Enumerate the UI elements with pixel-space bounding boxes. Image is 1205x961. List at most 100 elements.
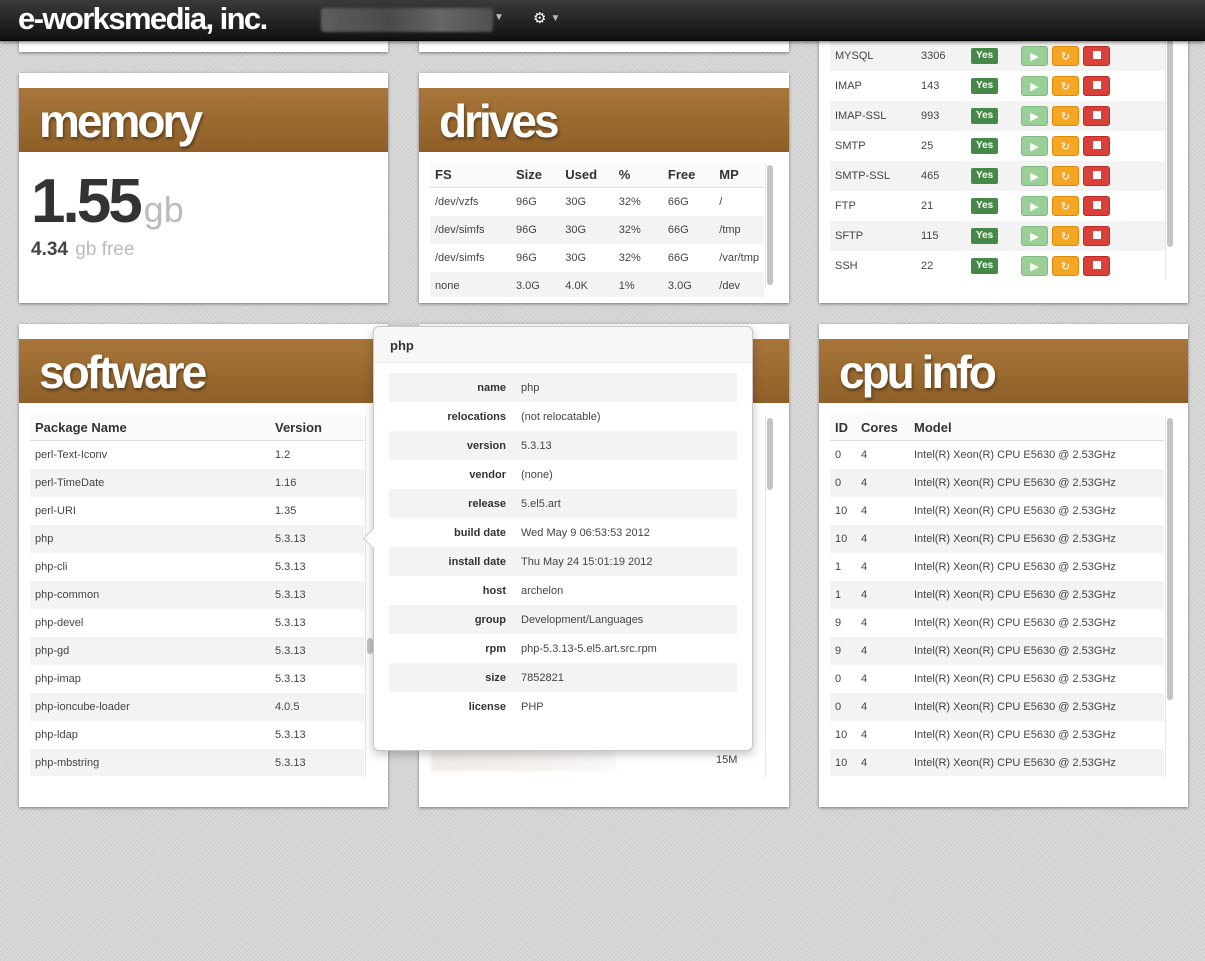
cpu-cell: 0 xyxy=(835,449,842,461)
gear-icon[interactable]: ⚙ xyxy=(533,10,546,27)
package-row[interactable]: php-ioncube-loader 4.0.5 xyxy=(30,693,364,721)
package-detail-key: build date xyxy=(454,526,506,539)
start-service-button[interactable]: ▶ xyxy=(1021,166,1048,186)
restart-service-button[interactable]: ↻ xyxy=(1052,76,1079,96)
stop-service-button[interactable] xyxy=(1083,166,1110,186)
package-detail-row: host archelon xyxy=(389,576,737,605)
drives-column-header[interactable]: % xyxy=(613,161,663,188)
cpu-row[interactable]: 0 4 Intel(R) Xeon(R) CPU E5630 @ 2.53GHz xyxy=(830,693,1164,721)
cpu-row[interactable]: 10 4 Intel(R) Xeon(R) CPU E5630 @ 2.53GHz xyxy=(830,497,1164,525)
cpu-row[interactable]: 10 4 Intel(R) Xeon(R) CPU E5630 @ 2.53GHz xyxy=(830,721,1164,749)
stop-service-button[interactable] xyxy=(1083,106,1110,126)
cpu-scroll-thumb[interactable] xyxy=(1167,418,1173,700)
drives-scrollbar[interactable] xyxy=(765,163,774,289)
restart-service-button[interactable]: ↻ xyxy=(1052,256,1079,276)
software-cell: perl-TimeDate xyxy=(30,469,270,497)
restart-service-button[interactable]: ↻ xyxy=(1052,196,1079,216)
cpu-row[interactable]: 9 4 Intel(R) Xeon(R) CPU E5630 @ 2.53GHz xyxy=(830,609,1164,637)
drives-column-header[interactable]: Free xyxy=(662,161,715,188)
software-table-wrap: Package Name Version perl-Text-Iconv 1.2 pe… xyxy=(30,414,364,776)
cpu-cell: Intel(R) Xeon(R) CPU E5630 @ 2.53GHz xyxy=(914,561,1116,573)
cpu-row[interactable]: 1 4 Intel(R) Xeon(R) CPU E5630 @ 2.53GHz xyxy=(830,581,1164,609)
start-service-button[interactable]: ▶ xyxy=(1021,226,1048,246)
stop-service-button[interactable] xyxy=(1083,136,1110,156)
cpu-row[interactable]: 10 4 Intel(R) Xeon(R) CPU E5630 @ 2.53GHz xyxy=(830,749,1164,776)
cpu-row[interactable]: 0 4 Intel(R) Xeon(R) CPU E5630 @ 2.53GHz xyxy=(830,441,1164,470)
cpu-cell: 4 xyxy=(856,525,909,553)
cpu-row[interactable]: 9 4 Intel(R) Xeon(R) CPU E5630 @ 2.53GHz xyxy=(830,637,1164,665)
cpu-row[interactable]: 1 4 Intel(R) Xeon(R) CPU E5630 @ 2.53GHz xyxy=(830,553,1164,581)
cpu-column-header[interactable]: ID xyxy=(830,414,856,441)
cpu-column-header[interactable]: Model xyxy=(909,414,1164,441)
stop-service-button[interactable] xyxy=(1083,226,1110,246)
drive-row[interactable]: /dev/simfs 96G 30G 32% 66G/var/tmp xyxy=(430,244,764,272)
chevron-down-icon[interactable]: ▼ xyxy=(494,12,504,23)
services-scrollbar[interactable] xyxy=(1165,25,1174,279)
package-row[interactable]: php-mbstring 5.3.13 xyxy=(30,749,364,776)
refresh-icon: ↻ xyxy=(1060,231,1071,243)
restart-service-button[interactable]: ↻ xyxy=(1052,106,1079,126)
software-cell: 5.3.13 xyxy=(270,749,364,776)
drives-scroll-thumb[interactable] xyxy=(767,165,773,285)
drive-row[interactable]: /dev/vzfs 96G 30G 32% 66G / xyxy=(430,188,764,217)
package-detail-table: name php relocations (not relocatable) versi… xyxy=(389,373,737,721)
package-row[interactable]: php-common 5.3.13 xyxy=(30,581,364,609)
package-row[interactable]: perl-Text-Iconv 1.2 xyxy=(30,441,364,470)
cpu-cell: 9 xyxy=(835,617,842,629)
restart-service-button[interactable]: ↻ xyxy=(1052,46,1079,66)
start-service-button[interactable]: ▶ xyxy=(1021,46,1048,66)
restart-service-button[interactable]: ↻ xyxy=(1052,226,1079,246)
drives-title: drives xyxy=(439,95,560,147)
package-row[interactable]: perl-URI 1.35 xyxy=(30,497,364,525)
software-table: Package Name Version perl-Text-Iconv 1.2 pe… xyxy=(30,414,364,776)
start-service-button[interactable]: ▶ xyxy=(1021,136,1048,156)
stop-service-button[interactable] xyxy=(1083,76,1110,96)
middle-bottom-scrollbar[interactable] xyxy=(765,416,774,778)
start-service-button[interactable]: ▶ xyxy=(1021,106,1048,126)
cpu-column-header[interactable]: Cores xyxy=(856,414,909,441)
package-row[interactable]: php-ldap 5.3.13 xyxy=(30,721,364,749)
cpu-row[interactable]: 0 4 Intel(R) Xeon(R) CPU E5630 @ 2.53GHz xyxy=(830,665,1164,693)
cpu-row[interactable]: 10 4 Intel(R) Xeon(R) CPU E5630 @ 2.53GHz xyxy=(830,525,1164,553)
software-column-header[interactable]: Version xyxy=(270,414,364,441)
refresh-icon: ↻ xyxy=(1060,81,1071,93)
restart-service-button[interactable]: ↻ xyxy=(1052,136,1079,156)
drives-column-header[interactable]: Size xyxy=(510,161,561,188)
middle-bottom-scroll-thumb[interactable] xyxy=(767,418,773,490)
package-row[interactable]: php-cli 5.3.13 xyxy=(30,553,364,581)
drive-row[interactable]: none 3.0G 4.0K 1% 3.0G/dev xyxy=(430,272,764,297)
cpu-cell: 0 xyxy=(830,693,856,721)
play-icon: ▶ xyxy=(1030,81,1039,93)
package-row[interactable]: php-imap 5.3.13 xyxy=(30,665,364,693)
cpu-row[interactable]: 0 4 Intel(R) Xeon(R) CPU E5630 @ 2.53GHz xyxy=(830,469,1164,497)
software-column-header[interactable]: Package Name xyxy=(30,414,270,441)
drives-column-header[interactable]: MP xyxy=(714,161,764,188)
start-service-button[interactable]: ▶ xyxy=(1021,76,1048,96)
service-status-cell: Yes xyxy=(966,101,1016,131)
package-detail-key: relocations xyxy=(447,410,506,423)
cpu-cell: 4 xyxy=(861,449,868,461)
package-detail-key: name xyxy=(389,373,516,402)
package-row[interactable]: php-devel 5.3.13 xyxy=(30,609,364,637)
start-service-button[interactable]: ▶ xyxy=(1021,196,1048,216)
package-detail-row: name php xyxy=(389,373,737,402)
drives-column-header[interactable]: FS xyxy=(430,161,511,188)
cpu-cell: 9 xyxy=(830,637,856,665)
settings-menu[interactable]: ⚙ ▼ xyxy=(533,9,560,27)
package-row-selected[interactable]: php 5.3.13 xyxy=(30,525,364,553)
stop-service-button[interactable] xyxy=(1083,256,1110,276)
host-selector[interactable] xyxy=(321,8,493,32)
drives-column-header[interactable]: Used xyxy=(560,161,614,188)
package-row[interactable]: perl-TimeDate 1.16 xyxy=(30,469,364,497)
drives-cell: none xyxy=(430,272,511,297)
drive-row[interactable]: /dev/simfs 96G 30G 32% 66G/tmp xyxy=(430,216,764,244)
package-row[interactable]: php-gd 5.3.13 xyxy=(30,637,364,665)
restart-service-button[interactable]: ↻ xyxy=(1052,166,1079,186)
services-scroll-thumb[interactable] xyxy=(1167,27,1173,247)
stop-service-button[interactable] xyxy=(1083,196,1110,216)
brand-logo[interactable]: e-worksmedia, inc. xyxy=(18,1,268,37)
stop-service-button[interactable] xyxy=(1083,46,1110,66)
start-service-button[interactable]: ▶ xyxy=(1021,256,1048,276)
software-cell: perl-Text-Iconv xyxy=(35,449,108,461)
cpu-scrollbar[interactable] xyxy=(1165,416,1174,778)
